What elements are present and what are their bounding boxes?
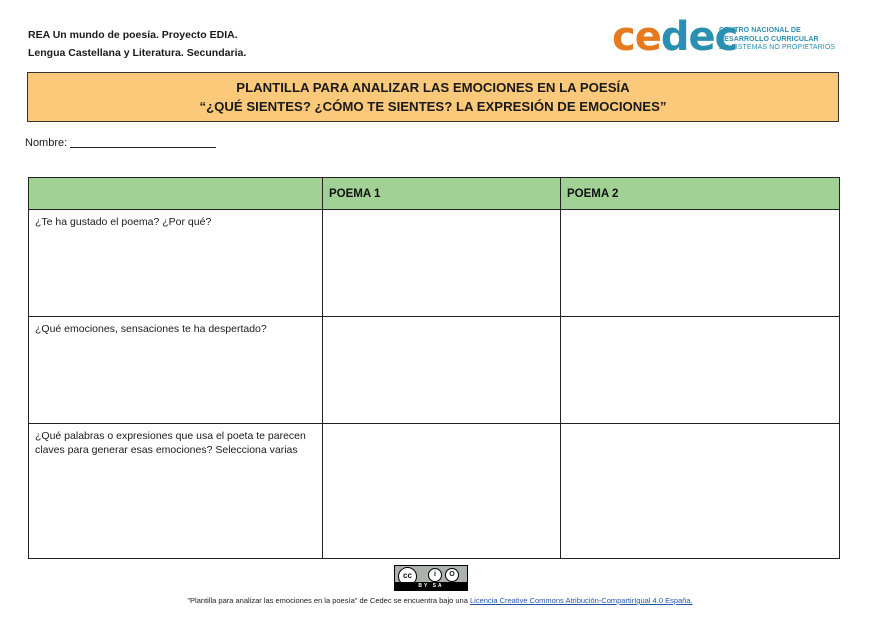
header-question-column: [28, 177, 323, 210]
license-footer: "Plantilla para analizar las emociones e…: [0, 596, 880, 605]
license-link[interactable]: Licencia Creative Commons Atribución-Com…: [470, 596, 693, 605]
name-blank-line[interactable]: [70, 137, 217, 148]
logo-word-part-orange: ce: [612, 14, 662, 60]
name-field: Nombre:: [25, 137, 217, 149]
logo-tagline-line1: CENTRO NACIONAL DE: [719, 27, 801, 34]
header-poema-2: POEMA 2: [560, 177, 840, 210]
creative-commons-badge[interactable]: cc i O BY SA: [394, 565, 468, 591]
worksheet-subtitle: “¿QUÉ SIENTES? ¿CÓMO TE SIENTES? LA EXPR…: [199, 99, 667, 114]
name-label: Nombre:: [25, 137, 68, 149]
poema-2-answer-cell[interactable]: [560, 316, 840, 424]
cedec-logo: cedec CENTRO NACIONAL DE DESARROLLO CURR…: [612, 14, 852, 60]
poema-1-answer-cell[interactable]: [322, 209, 561, 317]
worksheet-title: PLANTILLA PARA ANALIZAR LAS EMOCIONES EN…: [236, 80, 630, 95]
header-poema-1: POEMA 1: [322, 177, 561, 210]
poema-2-answer-cell[interactable]: [560, 423, 840, 559]
document-header: REA Un mundo de poesía. Proyecto EDIA. L…: [28, 26, 246, 62]
table-row: ¿Te ha gustado el poema? ¿Por qué?: [28, 209, 840, 317]
table-row: ¿Qué emociones, sensaciones te ha desper…: [28, 316, 840, 424]
license-badge-band: BY SA: [395, 582, 467, 590]
poema-1-answer-cell[interactable]: [322, 423, 561, 559]
worksheet-title-box: PLANTILLA PARA ANALIZAR LAS EMOCIONES EN…: [27, 72, 839, 122]
question-cell: ¿Qué palabras o expresiones que usa el p…: [28, 423, 323, 559]
poema-1-answer-cell[interactable]: [322, 316, 561, 424]
license-text: "Plantilla para analizar las emociones e…: [187, 596, 470, 605]
question-cell: ¿Qué emociones, sensaciones te ha desper…: [28, 316, 323, 424]
logo-tagline-line2: DESARROLLO CURRICULAR: [719, 35, 819, 43]
logo-tagline-line3: EN SISTEMAS NO PROPIETARIOS: [719, 44, 836, 51]
table-header-row: POEMA 1 POEMA 2: [28, 177, 840, 210]
header-subject-line: Lengua Castellana y Literatura. Secundar…: [28, 47, 247, 59]
cedec-logo-tagline: CENTRO NACIONAL DE DESARROLLO CURRICULAR…: [719, 27, 835, 53]
attribution-icon: i: [428, 568, 442, 582]
table-row: ¿Qué palabras o expresiones que usa el p…: [28, 423, 840, 559]
question-cell: ¿Te ha gustado el poema? ¿Por qué?: [28, 209, 323, 317]
header-project-line: REA Un mundo de poesía. Proyecto EDIA.: [28, 29, 238, 41]
poema-2-answer-cell[interactable]: [560, 209, 840, 317]
poem-analysis-table: POEMA 1 POEMA 2 ¿Te ha gustado el poema?…: [28, 177, 840, 559]
share-alike-icon: O: [445, 568, 459, 582]
